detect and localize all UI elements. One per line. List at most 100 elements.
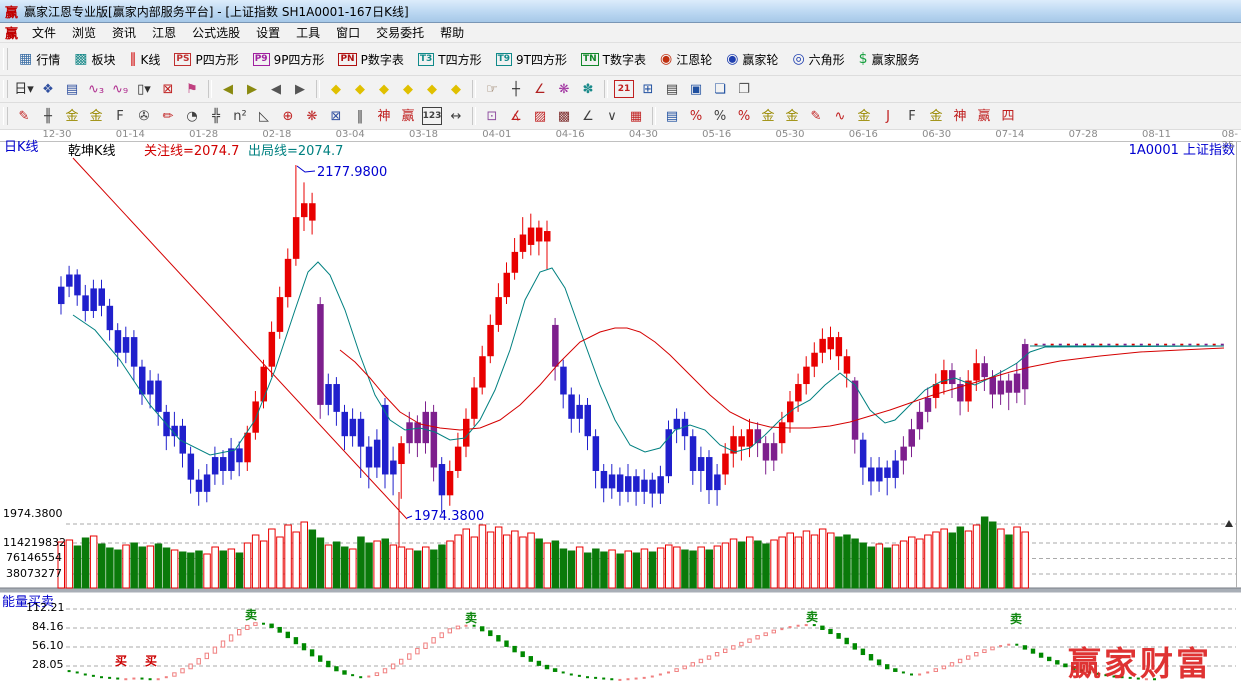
percent-bar-icon[interactable]: % — [732, 105, 756, 127]
market-grid-button[interactable]: ▦行情 — [12, 48, 67, 71]
sectors-button[interactable]: ▩板块 — [67, 48, 122, 71]
angle-line-icon[interactable]: ∠ — [576, 105, 600, 127]
gann-web-icon[interactable]: ❋ — [552, 78, 576, 100]
gann-diamond-right-icon[interactable]: ◆ — [348, 78, 372, 100]
gold-angle-icon[interactable]: 金 — [852, 105, 876, 127]
gann-diamond-star2-icon[interactable]: ◆ — [444, 78, 468, 100]
harrow-icon[interactable]: ↔ — [444, 105, 468, 127]
comb-tool-icon[interactable]: ╬ — [204, 105, 228, 127]
menu-item-交易委托[interactable]: 交易委托 — [368, 24, 432, 41]
winner-service-button[interactable]: $赢家服务 — [852, 48, 927, 71]
p-number-button[interactable]: PNP数字表 — [331, 48, 410, 71]
gann-diamond-x-icon[interactable]: ◆ — [396, 78, 420, 100]
pen2-tool-icon[interactable]: ✏ — [156, 105, 180, 127]
fan-line-icon[interactable]: ∡ — [504, 105, 528, 127]
gann-diamond-star-icon[interactable]: ◆ — [420, 78, 444, 100]
angle-measure-icon[interactable]: ∠ — [528, 78, 552, 100]
t-square-button[interactable]: T3T四方形 — [411, 48, 489, 71]
chart3-tool-icon[interactable]: ∿₃ — [84, 78, 108, 100]
print-icon[interactable]: ❐ — [732, 78, 756, 100]
f-line-icon[interactable]: F — [900, 105, 924, 127]
gold-line2-icon[interactable]: 金 — [924, 105, 948, 127]
gold-lines-icon[interactable]: 金 — [780, 105, 804, 127]
calendar-icon[interactable]: 21 — [614, 80, 634, 98]
ying-tool-icon[interactable]: 赢 — [396, 105, 420, 127]
percent-line-icon[interactable]: % — [684, 105, 708, 127]
toolbar-handle[interactable] — [3, 48, 8, 70]
gold-grid-icon[interactable]: 金 — [60, 105, 84, 127]
flag-icon[interactable]: ⚑ — [180, 78, 204, 100]
parallel-lines-icon[interactable]: ‖ — [348, 105, 372, 127]
red-grid-icon[interactable]: ▦ — [624, 105, 648, 127]
hand-tool-icon[interactable]: ☞ — [480, 78, 504, 100]
network-icon[interactable]: ❏ — [708, 78, 732, 100]
calculator-icon[interactable]: ⊞ — [636, 78, 660, 100]
p9-square-button[interactable]: P99P四方形 — [246, 48, 332, 71]
p-square-button[interactable]: PSP四方形 — [167, 48, 245, 71]
web-tool-icon[interactable]: ❋ — [300, 105, 324, 127]
crosshair-tool-icon[interactable]: ┼ — [504, 78, 528, 100]
cycle-tool-icon[interactable]: ✽ — [576, 78, 600, 100]
gann-diamond-h-icon[interactable]: ◆ — [372, 78, 396, 100]
next-bar-icon[interactable]: ▶ — [288, 78, 312, 100]
ruler-123-icon[interactable]: 123 — [422, 107, 442, 125]
wave-v-icon[interactable]: ∨ — [600, 105, 624, 127]
circle-cross-icon[interactable]: ⊕ — [276, 105, 300, 127]
j-line-icon[interactable]: J — [876, 105, 900, 127]
menu-item-窗口[interactable]: 窗口 — [328, 24, 368, 41]
mirror-angle-icon[interactable]: ◺ — [252, 105, 276, 127]
kline-chart[interactable] — [0, 130, 1241, 683]
wave-gold-icon[interactable]: ∿ — [828, 105, 852, 127]
zigzag-tool-icon[interactable]: ❖ — [36, 78, 60, 100]
toolbar-handle[interactable] — [3, 80, 8, 98]
hexagon-button[interactable]: ◎六角形 — [785, 48, 851, 71]
t-number-button[interactable]: TNT数字表 — [574, 48, 653, 71]
select-box-icon[interactable]: ⊡ — [480, 105, 504, 127]
gold-grid2-icon[interactable]: 金 — [84, 105, 108, 127]
spiral-tool-icon[interactable]: ✇ — [132, 105, 156, 127]
chart-area[interactable] — [0, 130, 1241, 683]
bars-percent-icon[interactable]: ▤ — [660, 105, 684, 127]
shen-line-icon[interactable]: 神 — [948, 105, 972, 127]
gann-diamond-left-icon[interactable]: ◆ — [324, 78, 348, 100]
gann-wheel-button[interactable]: ◉江恩轮 — [653, 48, 719, 71]
n2-tool-icon[interactable]: n² — [228, 105, 252, 127]
menu-item-设置[interactable]: 设置 — [248, 24, 288, 41]
brick-x-icon[interactable]: ⊠ — [156, 78, 180, 100]
notepad-icon[interactable]: ▤ — [660, 78, 684, 100]
pen-gold-icon[interactable]: ✎ — [804, 105, 828, 127]
save-icon[interactable]: ▣ — [684, 78, 708, 100]
si-line-icon[interactable]: 四 — [996, 105, 1020, 127]
menu-item-资讯[interactable]: 资讯 — [104, 24, 144, 41]
winner-wheel-button[interactable]: ◉赢家轮 — [719, 48, 785, 71]
menu-item-文件[interactable]: 文件 — [24, 24, 64, 41]
ying-line-icon[interactable]: 赢 — [972, 105, 996, 127]
gold-circle-icon[interactable]: 金 — [756, 105, 780, 127]
menu-item-公式选股[interactable]: 公式选股 — [184, 24, 248, 41]
last-bar-icon[interactable]: ▶ — [240, 78, 264, 100]
toolbar-handle[interactable] — [3, 107, 8, 125]
percent-icon[interactable]: % — [708, 105, 732, 127]
fan-shade-icon[interactable]: ▨ — [528, 105, 552, 127]
chart9-tool-icon[interactable]: ∿₉ — [108, 78, 132, 100]
watermark: 赢家财富网 — [1068, 637, 1241, 683]
prev-bar-icon[interactable]: ◀ — [264, 78, 288, 100]
candle-style-dropdown[interactable]: 日▾ — [12, 78, 36, 100]
f-grid-icon[interactable]: F — [108, 105, 132, 127]
menu-item-帮助[interactable]: 帮助 — [432, 24, 472, 41]
candle-type-dropdown[interactable]: ▯▾ — [132, 78, 156, 100]
shen-tool-icon[interactable]: 神 — [372, 105, 396, 127]
list-tool-icon[interactable]: ▤ — [60, 78, 84, 100]
menu-item-工具[interactable]: 工具 — [288, 24, 328, 41]
first-bar-icon[interactable]: ◀ — [216, 78, 240, 100]
period-label[interactable]: 日K线 — [4, 136, 39, 155]
menu-item-江恩[interactable]: 江恩 — [144, 24, 184, 41]
clock-circle-icon[interactable]: ◔ — [180, 105, 204, 127]
pen-tool-icon[interactable]: ✎ — [12, 105, 36, 127]
t9-square-button[interactable]: T99T四方形 — [489, 48, 574, 71]
fan-grid-icon[interactable]: ▩ — [552, 105, 576, 127]
grid-target-icon[interactable]: ⊠ — [324, 105, 348, 127]
kline-button[interactable]: ∥K线 — [123, 48, 168, 71]
menu-item-浏览[interactable]: 浏览 — [64, 24, 104, 41]
grid-tool-icon[interactable]: ╫ — [36, 105, 60, 127]
